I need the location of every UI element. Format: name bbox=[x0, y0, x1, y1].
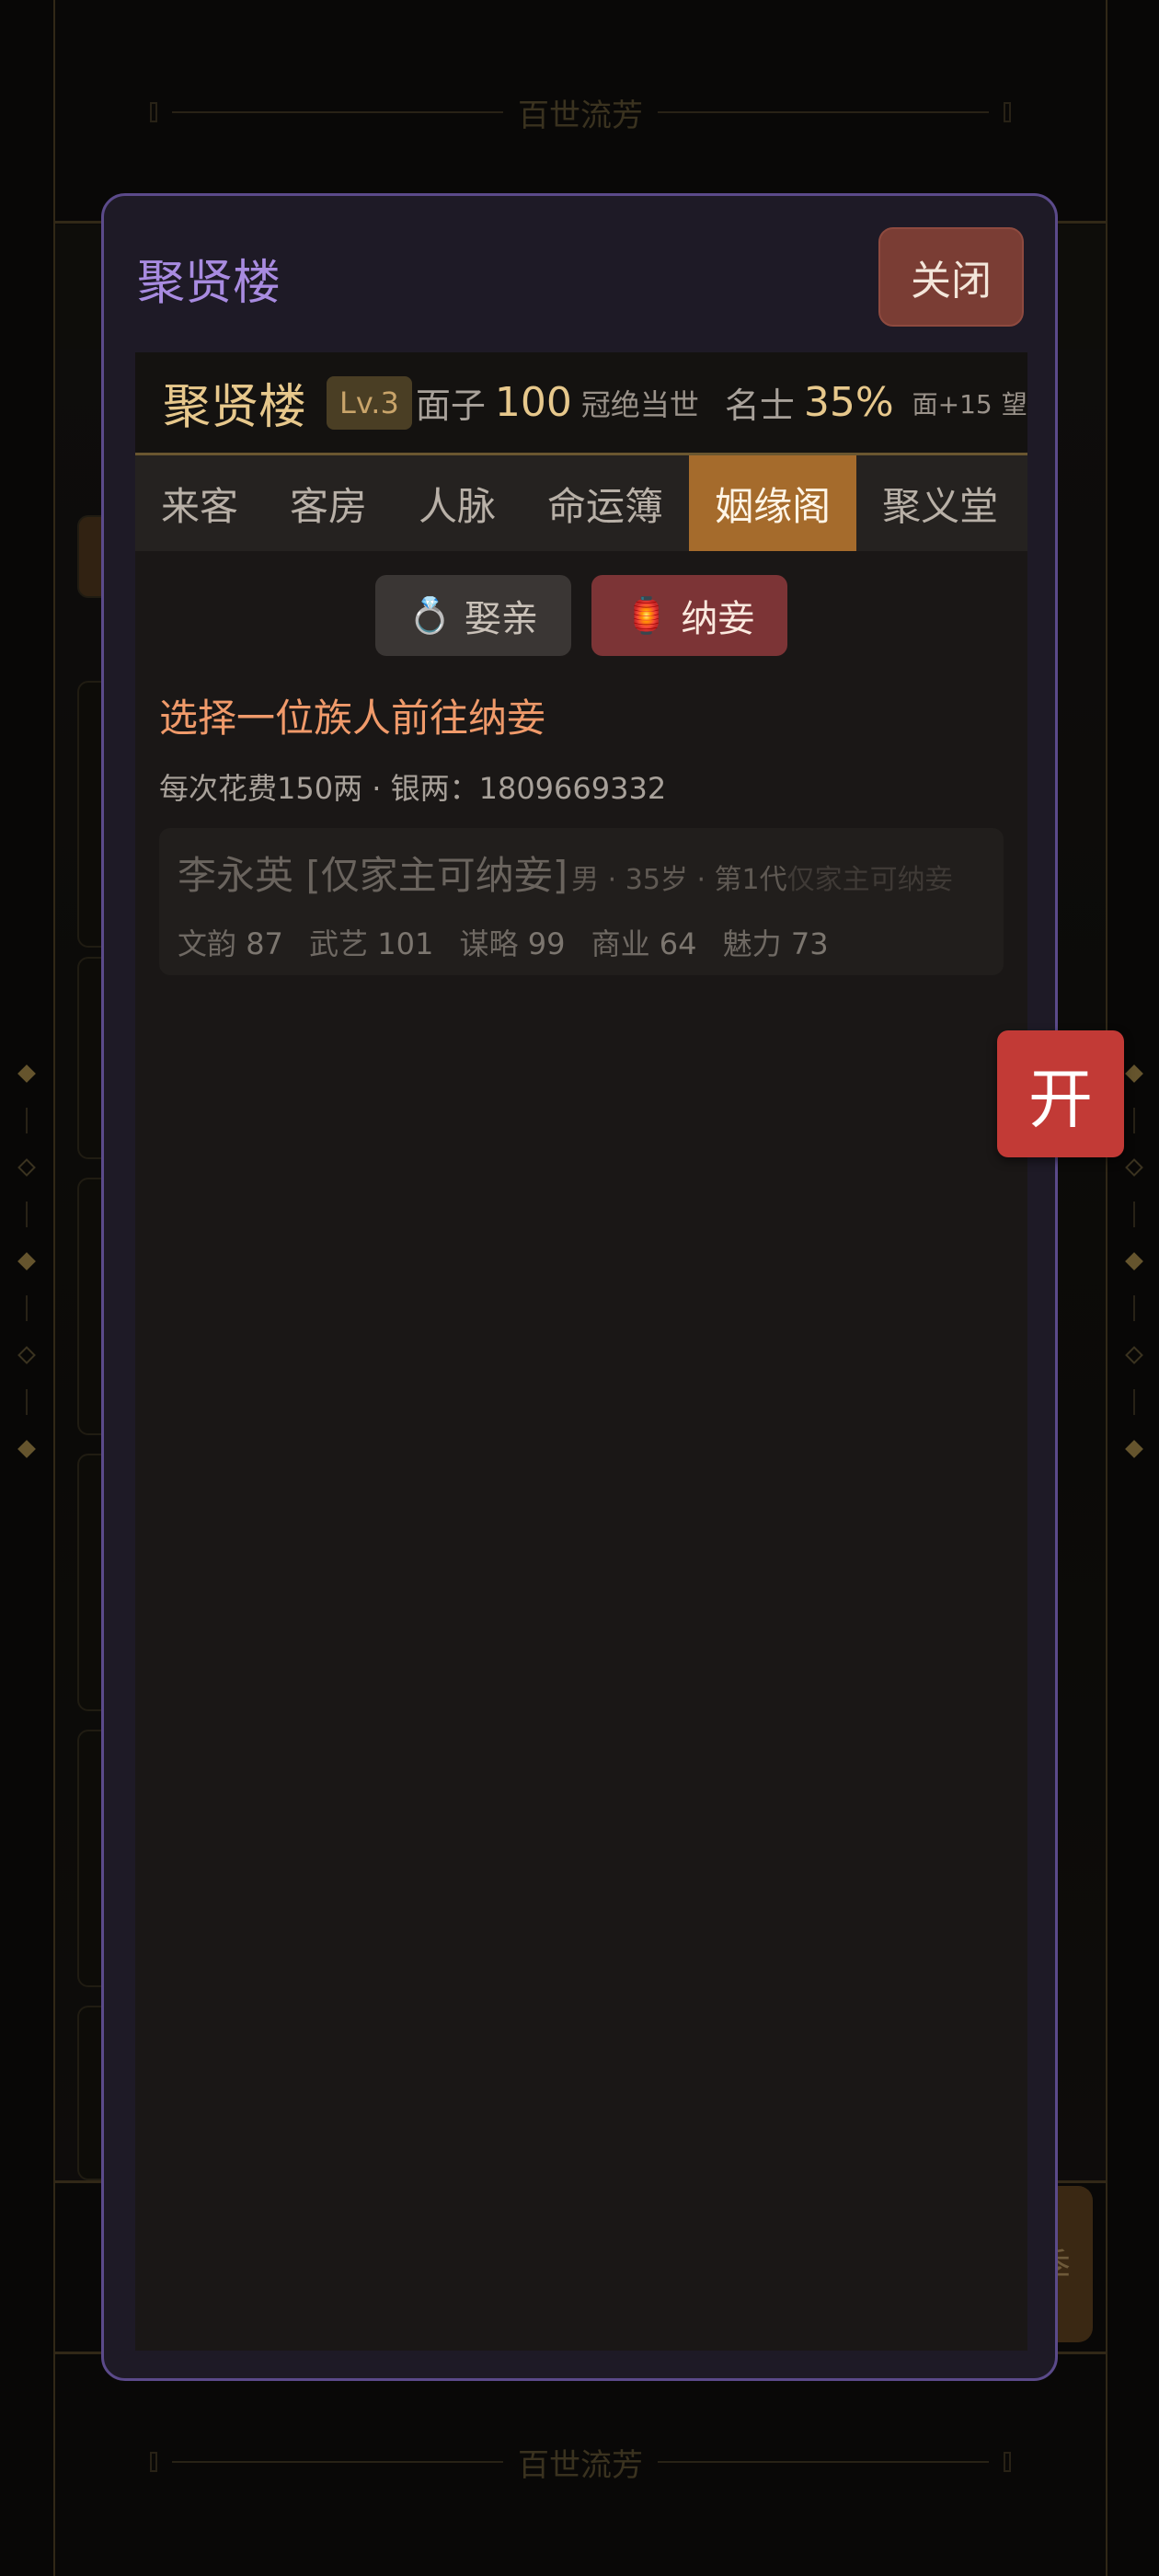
stat-value: 73 bbox=[790, 926, 829, 961]
member-restriction-tag: 仅家主可纳妾 bbox=[786, 864, 953, 896]
stat-label: 魅力 bbox=[722, 926, 782, 961]
scholar-label: 名士 bbox=[724, 385, 795, 426]
cost-info: 每次花费150两 · 银两：1809669332 bbox=[159, 771, 667, 806]
stat-value: 64 bbox=[659, 926, 697, 961]
tab-brotherhood-hall[interactable]: 聚义堂 bbox=[856, 455, 1024, 551]
member-card[interactable]: 李永英 [仅家主可纳妾] 男 · 35岁 · 第1代 仅家主可纳妾 文韵 87 … bbox=[159, 828, 1004, 975]
take-concubine-label: 纳妾 bbox=[681, 598, 755, 640]
tab-bar: 来客 客房 人脉 命运簿 姻缘阁 聚义堂 bbox=[135, 455, 1027, 551]
tab-marriage-pavilion[interactable]: 姻缘阁 bbox=[689, 455, 857, 551]
take-concubine-button[interactable]: 🏮 纳妾 bbox=[591, 575, 788, 656]
dialog-body: 聚贤楼 Lv.3 面子 100 冠绝当世 名士 35% 面+15 望+10 来客… bbox=[135, 352, 1027, 2351]
fame-bonus: 望+10 bbox=[1001, 388, 1027, 420]
face-bonus: 面+15 bbox=[912, 388, 993, 420]
open-button[interactable]: 开 bbox=[997, 1030, 1124, 1157]
member-meta: 男 · 35岁 · 第1代 bbox=[571, 864, 787, 896]
stat-value: 87 bbox=[246, 926, 283, 961]
face-value: 100 bbox=[494, 379, 572, 426]
tab-connections[interactable]: 人脉 bbox=[393, 455, 522, 551]
stat-label: 武艺 bbox=[309, 926, 369, 961]
dialog-title: 聚贤楼 bbox=[137, 256, 281, 311]
level-badge: Lv.3 bbox=[327, 375, 412, 430]
close-button[interactable]: 关闭 bbox=[878, 227, 1024, 327]
stat-label: 谋略 bbox=[459, 926, 519, 961]
member-header: 李永英 [仅家主可纳妾] 男 · 35岁 · 第1代 仅家主可纳妾 bbox=[178, 845, 985, 901]
hall-dialog: 聚贤楼 关闭 聚贤楼 Lv.3 面子 100 冠绝当世 名士 35% 面+15 … bbox=[101, 193, 1058, 2381]
take-wife-button[interactable]: 💍 娶亲 bbox=[374, 575, 571, 656]
tab-fate-book[interactable]: 命运簿 bbox=[522, 455, 689, 551]
stat-label: 文韵 bbox=[178, 926, 237, 961]
tab-guests[interactable]: 来客 bbox=[135, 455, 264, 551]
take-wife-label: 娶亲 bbox=[465, 598, 538, 640]
member-stats: 文韵 87 武艺 101 谋略 99 商业 64 魅力 73 bbox=[178, 921, 985, 963]
ring-icon: 💍 bbox=[407, 594, 452, 636]
member-name: 李永英 [仅家主可纳妾] bbox=[178, 853, 568, 898]
stat-value: 99 bbox=[527, 926, 566, 961]
scholar-value: 35% bbox=[803, 379, 894, 426]
marriage-type-toggle: 💍 娶亲 🏮 纳妾 bbox=[135, 575, 1027, 656]
hall-header: 聚贤楼 Lv.3 面子 100 冠绝当世 名士 35% 面+15 望+10 bbox=[135, 352, 1027, 455]
tab-rooms[interactable]: 客房 bbox=[264, 455, 393, 551]
section-title: 选择一位族人前往纳妾 bbox=[159, 696, 546, 741]
stat-label: 商业 bbox=[591, 926, 650, 961]
face-label: 面子 bbox=[415, 385, 486, 426]
lantern-icon: 🏮 bbox=[625, 594, 669, 636]
face-title: 冠绝当世 bbox=[580, 386, 699, 422]
stat-value: 101 bbox=[377, 926, 434, 961]
hall-name: 聚贤楼 bbox=[163, 380, 307, 435]
